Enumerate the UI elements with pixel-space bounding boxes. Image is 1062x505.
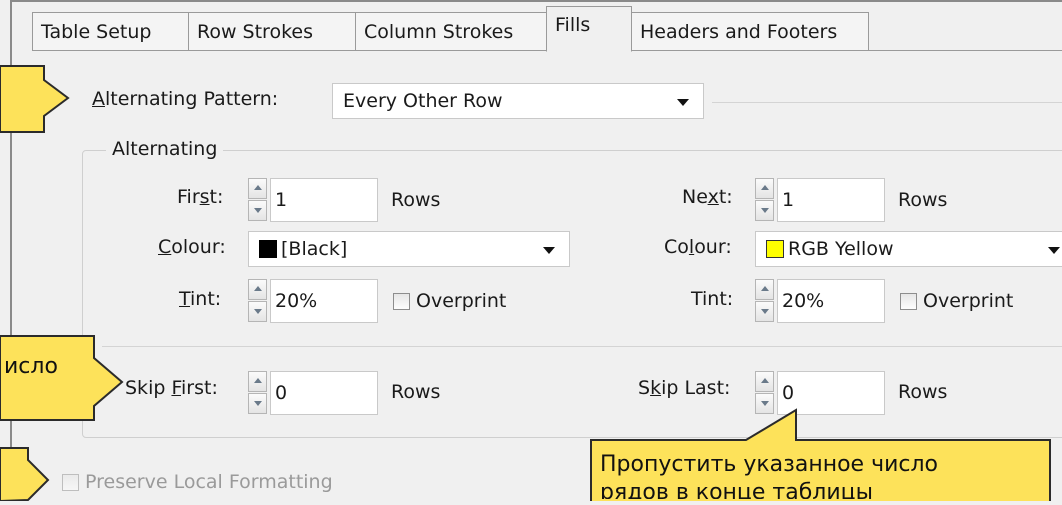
callout-text-skip-last-line1: Пропустить указанное число — [600, 452, 938, 477]
tab-fills[interactable]: Fills — [546, 6, 632, 52]
callout-text-skip-last-line2: рядов в конце таблицы — [600, 480, 873, 505]
callout-text-skip-first: исло — [4, 354, 58, 379]
callout-arrow-pattern — [0, 65, 70, 133]
tab-label: Fills — [555, 14, 591, 36]
callout-arrow-preserve — [0, 447, 50, 501]
callouts-overlay — [0, 65, 1051, 501]
